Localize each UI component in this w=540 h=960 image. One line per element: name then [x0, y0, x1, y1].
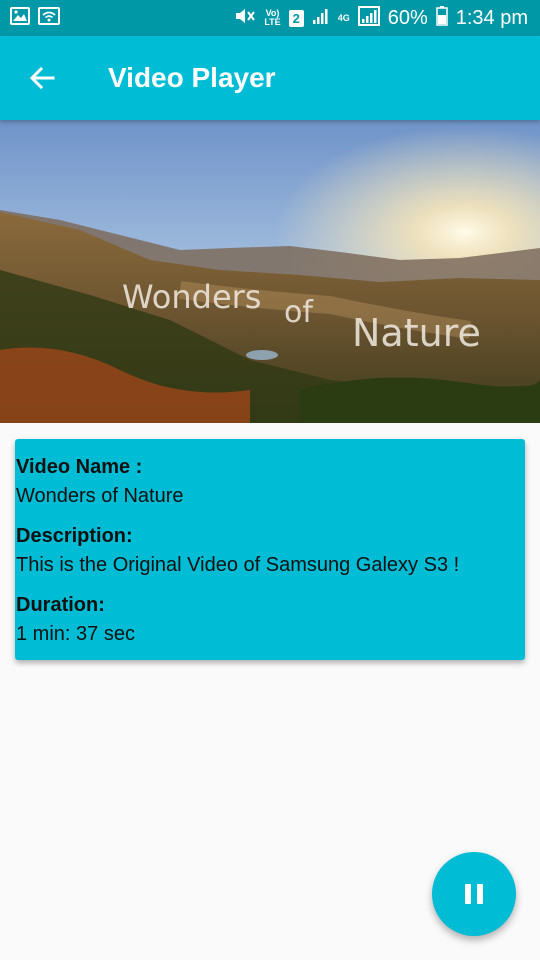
video-name-label: Video Name :: [16, 456, 143, 478]
network-type: 4G: [337, 12, 350, 23]
status-left-icons: [10, 6, 60, 30]
arrow-back-icon: [29, 66, 55, 90]
gallery-icon: [10, 6, 30, 30]
video-player[interactable]: Wonders of Nature: [0, 120, 540, 423]
title-overlay-word-3: Nature: [352, 311, 481, 355]
app-bar: Video Player: [0, 36, 540, 120]
clock: 1:34 pm: [455, 6, 528, 29]
volte-icon: Vo) LTE: [264, 8, 281, 27]
status-right-icons: Vo) LTE 2 4G 60% 1:34 pm: [234, 5, 528, 31]
pause-button[interactable]: [432, 852, 516, 936]
title-overlay-word-2: of: [284, 295, 314, 330]
description-label: Description:: [16, 525, 133, 547]
video-info-card: Video Name : Wonders of Nature Descripti…: [15, 439, 525, 660]
video-frame: Wonders of Nature: [0, 120, 540, 423]
battery-icon: [435, 5, 448, 31]
wifi-icon: [38, 6, 60, 30]
mute-icon: [234, 7, 256, 30]
video-name-value: Wonders of Nature: [16, 485, 184, 507]
page-title: Video Player: [108, 62, 276, 93]
back-button[interactable]: [14, 50, 70, 106]
signal-icon-1: [312, 7, 330, 30]
duration-value: 1 min: 37 sec: [16, 623, 135, 645]
signal-icon-2: [357, 5, 380, 31]
battery-percent: 60%: [387, 6, 428, 29]
sim-slot-badge: 2: [288, 9, 304, 27]
pause-icon: [462, 884, 486, 904]
duration-label: Duration:: [16, 594, 105, 616]
title-overlay-word-1: Wonders: [122, 278, 261, 316]
status-bar: Vo) LTE 2 4G 60% 1:34 pm: [0, 0, 540, 36]
description-value: This is the Original Video of Samsung Ga…: [16, 554, 460, 576]
